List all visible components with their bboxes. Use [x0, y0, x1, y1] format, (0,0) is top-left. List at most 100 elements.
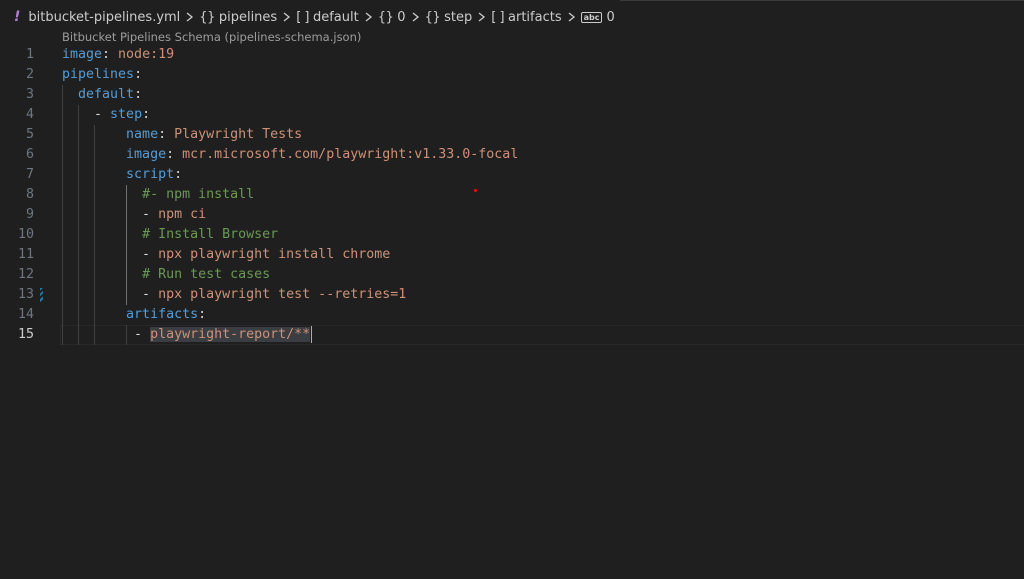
line-number: 5 [25, 127, 34, 142]
code-text: # Run test cases [62, 265, 270, 285]
yaml-value: Playwright Tests [174, 127, 303, 142]
yaml-comment: #- npm install [142, 187, 255, 202]
object-icon: {} [424, 9, 441, 25]
yaml-punct: : [158, 127, 175, 142]
code-line[interactable]: 9 - npm ci [0, 205, 1024, 225]
breadcrumb-label: step [444, 9, 473, 25]
chevron-right-icon [364, 12, 373, 22]
chevron-right-icon [282, 12, 291, 22]
yaml-punct: - [62, 247, 159, 262]
breadcrumb-string-0[interactable]: abc 0 [580, 9, 615, 25]
line-number: 8 [25, 187, 34, 202]
line-number: 9 [25, 207, 34, 222]
yaml-punct [62, 87, 78, 102]
yaml-value: npm ci [158, 207, 207, 222]
yaml-key: image [126, 147, 167, 162]
code-line[interactable]: 2 pipelines: [0, 65, 1024, 85]
yaml-punct: - [62, 207, 159, 222]
yaml-comment: # Run test cases [142, 267, 271, 282]
code-text: image: mcr.microsoft.com/playwright:v1.3… [62, 145, 518, 165]
code-text: artifacts: [62, 305, 206, 325]
yaml-punct: : [174, 167, 183, 182]
code-line[interactable]: 5 name: Playwright Tests [0, 125, 1024, 145]
code-line[interactable]: 10 # Install Browser [0, 225, 1024, 245]
breadcrumb-label: 0 [606, 9, 615, 25]
line-number: 14 [17, 307, 34, 322]
chevron-right-icon [477, 12, 486, 22]
line-number: 7 [25, 167, 34, 182]
line-number: 1 [25, 47, 34, 62]
code-line[interactable]: 3 default: [0, 85, 1024, 105]
code-text: image: node:19 [62, 45, 174, 65]
code-line[interactable]: 11 - npx playwright install chrome [0, 245, 1024, 265]
line-number: 11 [17, 247, 34, 262]
text-cursor [311, 325, 313, 343]
code-editor[interactable]: 1 image: node:19 2 pipelines: 3 default: 4 - … [0, 45, 1024, 345]
breadcrumb-artifacts[interactable]: [ ] artifacts [491, 10, 561, 25]
code-text: script: [62, 165, 182, 185]
breadcrumb-step[interactable]: {} step [425, 10, 473, 25]
breadcrumb-default[interactable]: [ ] default [296, 10, 359, 25]
breadcrumb-pipelines[interactable]: {} pipelines [199, 10, 277, 25]
code-text: name: Playwright Tests [62, 125, 302, 145]
code-line[interactable]: 15 - playwright-report/** [0, 325, 1024, 345]
yaml-punct [62, 187, 142, 202]
yaml-punct: : [134, 67, 143, 82]
yaml-value: npx playwright install chrome [158, 247, 391, 262]
yaml-punct: : [142, 107, 151, 122]
breadcrumb-file-label: bitbucket-pipelines.yml [28, 9, 181, 25]
code-line[interactable]: 6 image: mcr.microsoft.com/playwright:v1… [0, 145, 1024, 165]
code-line[interactable]: 1 image: node:19 [0, 45, 1024, 65]
chevron-right-icon [185, 12, 194, 22]
line-number: 12 [17, 267, 34, 282]
breadcrumb-index-0[interactable]: {} 0 [378, 10, 406, 25]
code-text: default: [62, 85, 142, 105]
code-line[interactable]: 8 #- npm install [0, 185, 1024, 205]
yaml-comment: # Install Browser [142, 227, 279, 242]
code-text: - npx playwright install chrome [62, 245, 390, 265]
code-text: - npx playwright test --retries=1 [62, 285, 406, 305]
line-number: 13 [17, 287, 34, 302]
modified-line-gutter-marker[interactable] [40, 288, 43, 302]
yaml-punct [62, 307, 126, 322]
code-line[interactable]: 13 - npx playwright test --retries=1 [0, 285, 1024, 305]
code-text: - playwright-report/** [62, 325, 313, 345]
yaml-punct: : [166, 147, 183, 162]
yaml-punct: - [62, 107, 111, 122]
breadcrumb: ! bitbucket-pipelines.yml {} pipelines [ … [14, 8, 615, 26]
code-text: pipelines: [62, 65, 142, 85]
yaml-punct [62, 267, 142, 282]
code-line[interactable]: 12 # Run test cases [0, 265, 1024, 285]
yaml-punct [62, 127, 126, 142]
code-line[interactable]: 14 artifacts: [0, 305, 1024, 325]
yaml-punct: : [102, 47, 119, 62]
breadcrumb-label: default [312, 9, 359, 25]
breadcrumb-file[interactable]: bitbucket-pipelines.yml [28, 10, 180, 25]
code-line[interactable]: 7 script: [0, 165, 1024, 185]
yaml-punct: : [198, 307, 207, 322]
array-icon: [ ] [296, 9, 309, 25]
code-text: - step: [62, 105, 150, 125]
chevron-right-icon [567, 12, 576, 22]
schema-codelens[interactable]: Bitbucket Pipelines Schema (pipelines-sc… [62, 30, 361, 44]
string-icon: abc [580, 11, 603, 23]
yaml-punct: - [62, 327, 151, 342]
line-number: 6 [25, 147, 34, 162]
yaml-value: npx playwright test --retries=1 [158, 287, 407, 302]
code-text: - npm ci [62, 205, 206, 225]
line-number: 10 [17, 227, 34, 242]
yaml-punct: - [62, 287, 159, 302]
yaml-punct [62, 167, 126, 182]
object-icon: {} [199, 9, 215, 25]
yaml-key: name [126, 127, 159, 142]
yaml-punct: : [134, 87, 143, 102]
red-marker-dot [474, 189, 477, 192]
line-number: 2 [25, 67, 34, 82]
chevron-right-icon [411, 12, 420, 22]
yaml-key: artifacts [126, 307, 199, 322]
breadcrumb-label: artifacts [508, 9, 562, 25]
yaml-punct [62, 147, 126, 162]
breadcrumb-label: 0 [397, 9, 406, 25]
code-line[interactable]: 4 - step: [0, 105, 1024, 125]
yaml-value: node:19 [118, 47, 175, 62]
